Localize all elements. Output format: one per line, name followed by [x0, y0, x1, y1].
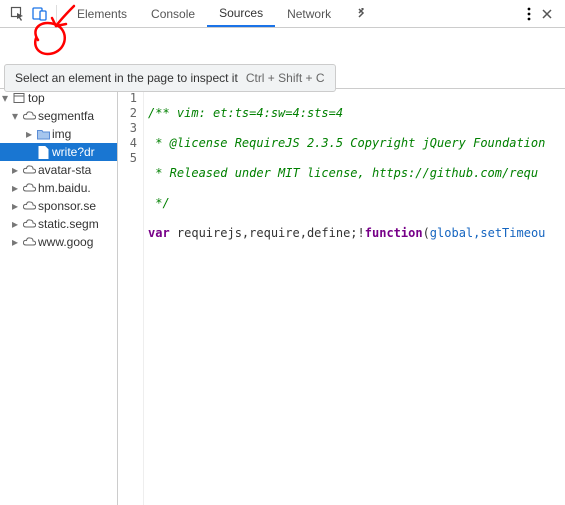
inspect-tooltip-text: Select an element in the page to inspect…	[15, 71, 238, 85]
close-devtools-icon[interactable]	[541, 8, 553, 20]
chevron-right-icon: ▸	[10, 163, 20, 177]
tree-item-www-google[interactable]: ▸ www.goog	[0, 233, 117, 251]
tree-item-img-folder[interactable]: ▸ img	[0, 125, 117, 143]
tree-item-hm-baidu[interactable]: ▸ hm.baidu.	[0, 179, 117, 197]
line-number: 3	[118, 121, 137, 136]
tree-label: hm.baidu.	[38, 181, 91, 195]
chevron-right-icon: ▸	[24, 127, 34, 141]
code-line: var requirejs,require,define;!function(g…	[148, 226, 545, 241]
code-line: * @license RequireJS 2.3.5 Copyright jQu…	[148, 136, 545, 151]
line-number-gutter: 1 2 3 4 5	[118, 89, 144, 505]
tree-item-sponsor[interactable]: ▸ sponsor.se	[0, 197, 117, 215]
tree-label: segmentfa	[38, 109, 94, 123]
tree-label: avatar-sta	[38, 163, 91, 177]
tree-item-static-segment[interactable]: ▸ static.segm	[0, 215, 117, 233]
folder-icon	[36, 127, 50, 141]
device-toggle-icon[interactable]	[32, 6, 48, 22]
code-line: * Released under MIT license, https://gi…	[148, 166, 545, 181]
tree-label: top	[28, 91, 45, 105]
code-line: /** vim: et:ts=4:sw=4:sts=4	[148, 106, 545, 121]
chevron-right-icon: ▸	[10, 217, 20, 231]
panel-tabs: Elements Console Sources Network	[65, 0, 379, 27]
tree-label: img	[52, 127, 71, 141]
file-tree-panel: ▾ top ▾ segmentfa ▸ img write?dr ▸	[0, 88, 118, 505]
tab-network[interactable]: Network	[275, 0, 343, 27]
main-area: ▾ top ▾ segmentfa ▸ img write?dr ▸	[0, 28, 565, 505]
tab-console[interactable]: Console	[139, 0, 207, 27]
inspect-tooltip-shortcut: Ctrl + Shift + C	[246, 71, 325, 85]
tabbar-separator	[56, 5, 57, 23]
chevron-right-icon: ▸	[10, 235, 20, 249]
chevron-down-icon: ▾	[0, 91, 10, 105]
chevron-down-icon: ▾	[10, 109, 20, 123]
chevron-right-icon: ▸	[10, 199, 20, 213]
cloud-icon	[22, 235, 36, 249]
code-content[interactable]: /** vim: et:ts=4:sw=4:sts=4 * @license R…	[144, 89, 545, 505]
kebab-menu-icon[interactable]	[527, 7, 531, 21]
line-number: 1	[118, 91, 137, 106]
line-number: 5	[118, 151, 137, 166]
cloud-icon	[22, 217, 36, 231]
more-tabs-button[interactable]	[343, 0, 379, 27]
content-wrap: ▾ top ▾ segmentfa ▸ img write?dr ▸	[0, 88, 565, 505]
tree-item-write-file[interactable]: write?dr	[0, 143, 117, 161]
chevron-right-icon: ▸	[10, 181, 20, 195]
line-number: 2	[118, 106, 137, 121]
cloud-icon	[22, 199, 36, 213]
tree-item-segmentfault[interactable]: ▾ segmentfa	[0, 107, 117, 125]
tree-item-avatar[interactable]: ▸ avatar-sta	[0, 161, 117, 179]
devtools-tabbar: Elements Console Sources Network	[0, 0, 565, 28]
tree-label: static.segm	[38, 217, 99, 231]
code-editor[interactable]: 1 2 3 4 5 /** vim: et:ts=4:sw=4:sts=4 * …	[118, 88, 565, 505]
tabbar-right	[527, 7, 559, 21]
line-number: 4	[118, 136, 137, 151]
tree-label: write?dr	[52, 145, 95, 159]
tab-sources[interactable]: Sources	[207, 0, 275, 27]
cloud-icon	[22, 181, 36, 195]
inspect-element-icon[interactable]	[10, 6, 26, 22]
tabbar-left-icons	[6, 6, 48, 22]
cloud-icon	[22, 163, 36, 177]
tab-elements[interactable]: Elements	[65, 0, 139, 27]
tree-label: www.goog	[38, 235, 93, 249]
cloud-icon	[22, 109, 36, 123]
inspect-tooltip: Select an element in the page to inspect…	[4, 64, 336, 92]
file-icon	[36, 145, 50, 159]
window-icon	[12, 91, 26, 105]
tree-label: sponsor.se	[38, 199, 96, 213]
code-line: */	[148, 196, 545, 211]
